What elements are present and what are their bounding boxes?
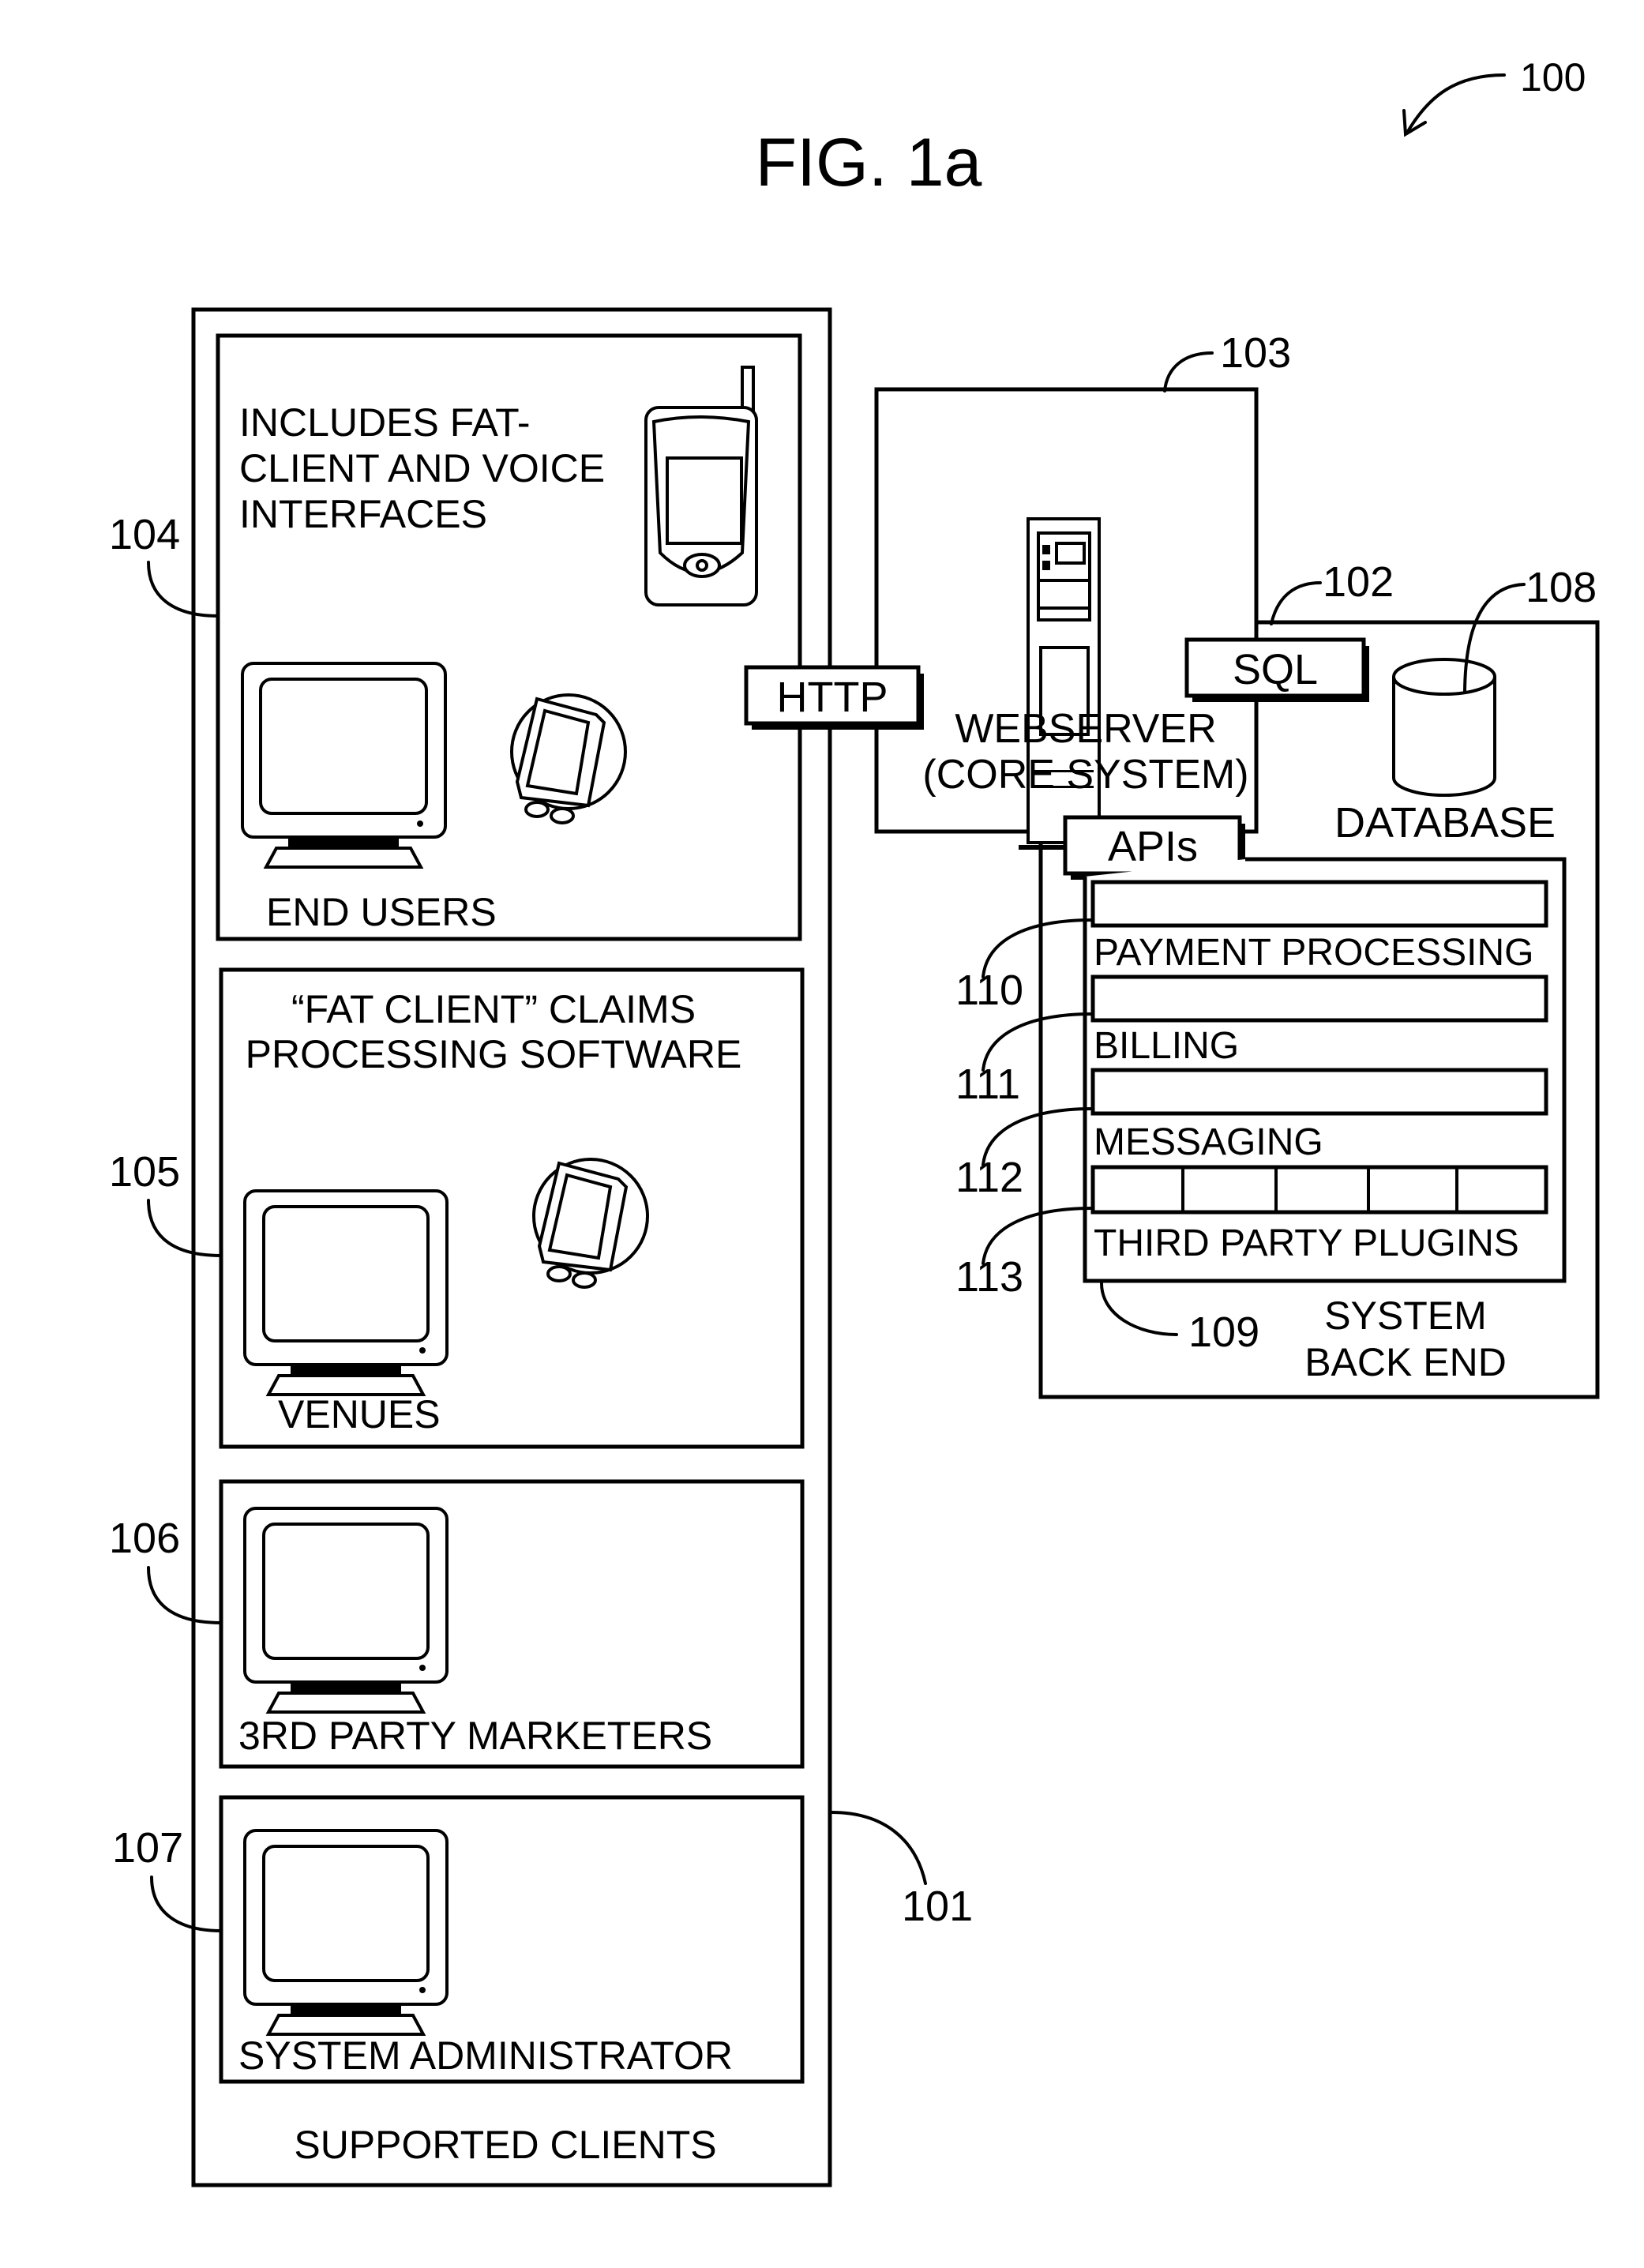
webserver-label-line-2: (CORE SYSTEM) <box>922 752 1248 798</box>
ref-111: 111 <box>955 1061 1020 1108</box>
arrow-100-icon <box>1402 73 1506 137</box>
monitor-icon <box>241 662 447 869</box>
end-users-label: END USERS <box>266 890 497 934</box>
messaging-label: MESSAGING <box>1094 1121 1323 1163</box>
ref-105: 105 <box>109 1148 180 1196</box>
end-users-description-line-2: CLIENT AND VOICE <box>239 446 605 490</box>
figure-title: FIG. 1a <box>756 125 982 201</box>
ref-108: 108 <box>1526 564 1597 611</box>
third-party-plugins-module <box>1090 1165 1548 1215</box>
venues-description-line-2: PROCESSING SOFTWARE <box>246 1032 742 1076</box>
ref-100: 100 <box>1520 55 1586 100</box>
leader-103 <box>1163 351 1214 392</box>
server-tower-icon <box>1019 517 1109 850</box>
sysadmin-label: SYSTEM ADMINISTRATOR <box>238 2033 733 2078</box>
http-label: HTTP <box>777 674 888 721</box>
http-connector: HTTP <box>744 665 924 730</box>
venues-label: VENUES <box>278 1392 441 1436</box>
monitor-icon <box>243 1189 449 1396</box>
end-users-description-line-3: INTERFACES <box>239 492 487 536</box>
ref-107: 107 <box>112 1824 183 1872</box>
monitor-icon <box>243 1507 449 1714</box>
panel-system-administrator: SYSTEM ADMINISTRATOR <box>219 1795 805 2084</box>
end-users-description-line-1: INCLUDES FAT- <box>239 400 531 445</box>
leader-102 <box>1270 581 1322 625</box>
ref-109: 109 <box>1188 1309 1259 1356</box>
apis-label: APIs <box>1108 823 1198 870</box>
ref-103: 103 <box>1220 329 1291 377</box>
venues-description-line-1: “FAT CLIENT” CLAIMS <box>291 987 696 1031</box>
database-icon <box>1392 658 1496 797</box>
supported-clients-caption: SUPPORTED CLIENTS <box>294 2123 716 2167</box>
database-label: DATABASE <box>1334 799 1556 847</box>
back-end-caption-line-2: BACK END <box>1304 1340 1507 1384</box>
leader-101 <box>830 1811 927 1885</box>
ref-104: 104 <box>109 511 180 558</box>
ref-112: 112 <box>955 1154 1023 1201</box>
monitor-icon <box>243 1829 449 2036</box>
messaging-module <box>1090 1068 1548 1116</box>
panel-end-users: INCLUDES FAT- CLIENT AND VOICE INTERFACE… <box>216 333 802 941</box>
ref-113: 113 <box>955 1253 1023 1301</box>
panel-venues: “FAT CLIENT” CLAIMS PROCESSING SOFTWARE … <box>219 967 805 1449</box>
sql-connector: SQL <box>1184 637 1369 702</box>
ref-101: 101 <box>902 1883 973 1930</box>
billing-label: BILLING <box>1094 1025 1239 1067</box>
ref-110: 110 <box>955 967 1023 1014</box>
webserver-label-line-1: WEBSERVER <box>955 706 1216 752</box>
marketers-label: 3RD PARTY MARKETERS <box>238 1714 712 1758</box>
payment-processing-module <box>1090 880 1548 928</box>
ref-106: 106 <box>109 1515 180 1562</box>
panel-3rd-party-marketers: 3RD PARTY MARKETERS <box>219 1479 805 1769</box>
third-party-plugins-label: THIRD PARTY PLUGINS <box>1094 1222 1519 1264</box>
ref-102: 102 <box>1323 558 1394 606</box>
patent-figure: FIG. 1a 100 SUPPORTED CLIENTS 101 INCLUD… <box>109 55 1600 2187</box>
billing-module <box>1090 974 1548 1023</box>
back-end-caption-line-1: SYSTEM <box>1324 1294 1487 1338</box>
sql-label: SQL <box>1233 646 1318 693</box>
payment-processing-label: PAYMENT PROCESSING <box>1094 932 1533 974</box>
